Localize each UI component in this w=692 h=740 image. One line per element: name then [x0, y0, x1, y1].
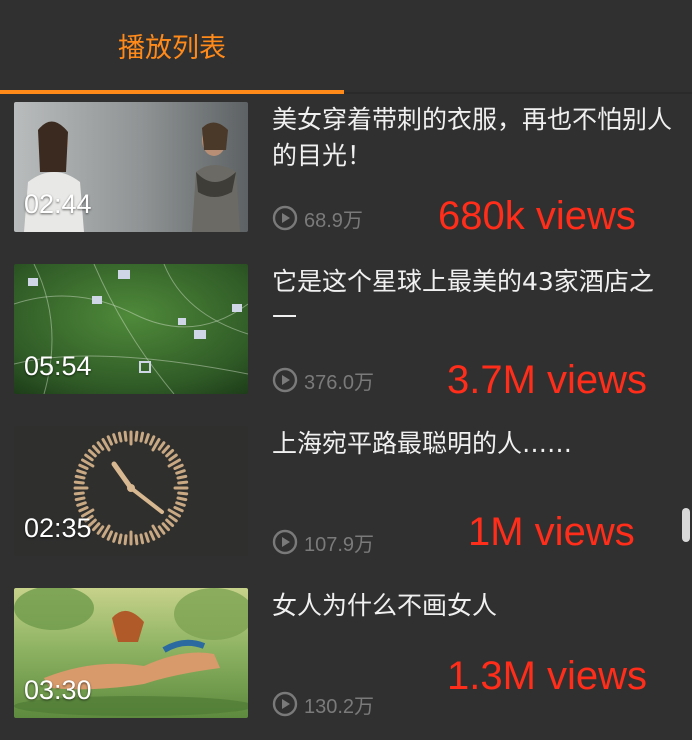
active-tab-indicator: [0, 90, 344, 94]
playlist-item[interactable]: 02:35 上海宛平路最聪明的人…… 107.9万 1M views: [0, 426, 692, 576]
scrollbar-thumb[interactable]: [682, 508, 690, 542]
tab-playlist[interactable]: 播放列表: [0, 0, 344, 90]
video-duration: 02:35: [24, 513, 92, 543]
video-title[interactable]: 美女穿着带刺的衣服，再也不怕别人的目光！: [272, 102, 672, 174]
views-annotation: 3.7M views: [447, 358, 648, 402]
video-duration: 05:54: [24, 351, 92, 381]
video-title[interactable]: 上海宛平路最聪明的人……: [272, 426, 672, 462]
view-count-row: 376.0万: [272, 366, 374, 394]
views-annotation: 1.3M views: [447, 654, 648, 698]
playlist-item[interactable]: 05:54 它是这个星球上最美的43家酒店之一 376.0万 3.7M view…: [0, 264, 692, 414]
play-count-icon: [272, 529, 298, 555]
video-thumbnail[interactable]: 05:54: [14, 264, 248, 394]
view-count: 68.9万: [304, 209, 363, 232]
playlist-item[interactable]: 02:44 美女穿着带刺的衣服，再也不怕别人的目光！ 68.9万 680k vi…: [0, 102, 692, 252]
video-title[interactable]: 女人为什么不画女人: [272, 588, 672, 624]
views-annotation: 680k views: [438, 194, 636, 238]
views-annotation: 1M views: [468, 510, 635, 554]
video-title[interactable]: 它是这个星球上最美的43家酒店之一: [272, 264, 672, 336]
view-count: 107.9万: [304, 533, 375, 556]
video-thumbnail[interactable]: 02:44: [14, 102, 248, 232]
play-count-icon: [272, 691, 298, 717]
view-count: 130.2万: [304, 695, 375, 718]
video-thumbnail[interactable]: 02:35: [14, 426, 248, 556]
video-thumbnail[interactable]: 03:30: [14, 588, 248, 718]
video-duration: 03:30: [24, 675, 92, 705]
view-count-row: 107.9万: [272, 528, 374, 556]
view-count-row: 130.2万: [272, 690, 374, 718]
playlist-item[interactable]: 03:30 女人为什么不画女人 130.2万 1.3M views: [0, 588, 692, 738]
play-count-icon: [272, 367, 298, 393]
video-duration: 02:44: [24, 189, 92, 219]
playlist-header: 播放列表: [0, 0, 692, 94]
play-count-icon: [272, 205, 298, 231]
view-count-row: 68.9万: [272, 204, 363, 232]
header-divider: [344, 92, 692, 94]
view-count: 376.0万: [304, 371, 375, 394]
